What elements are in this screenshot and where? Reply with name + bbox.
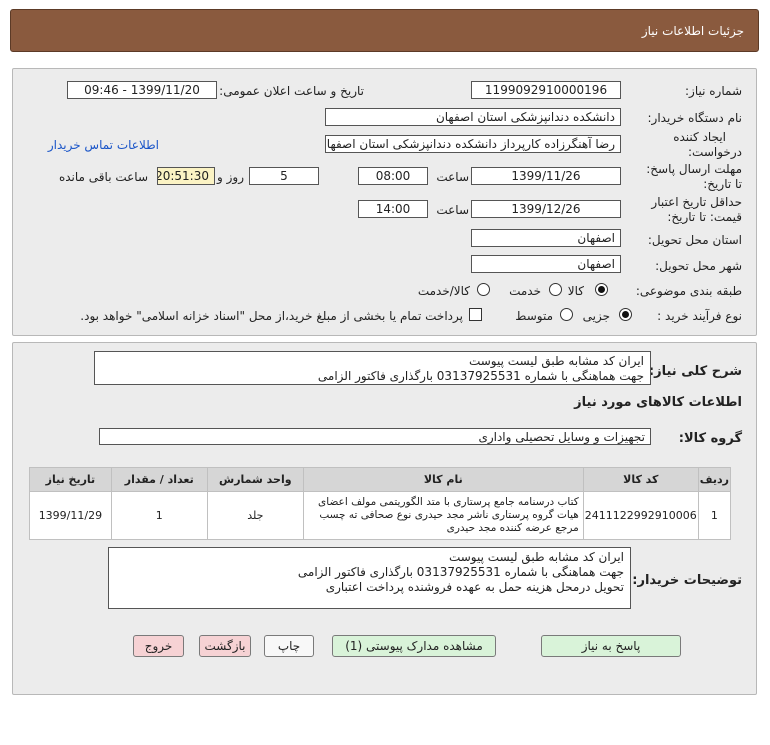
reply-time-label: ساعت xyxy=(436,170,469,184)
need-number-field: 1199092910000196 xyxy=(471,81,621,99)
process-partial-radio[interactable] xyxy=(619,308,632,321)
days-field: 5 xyxy=(249,167,319,185)
col-name: نام کالا xyxy=(302,467,584,492)
goods-info-title: اطلاعات کالاهای مورد نیاز xyxy=(574,395,742,410)
validity-time-field: 14:00 xyxy=(358,200,428,218)
exit-button[interactable]: خروج xyxy=(133,635,184,657)
attachments-button[interactable]: مشاهده مدارک پیوستی (1) xyxy=(332,635,496,657)
cell-unit: جلد xyxy=(206,491,304,540)
category-both-label: کالا/خدمت xyxy=(417,284,470,298)
cell-name: کتاب درسنامه جامع پرستاری با متد الگوریت… xyxy=(302,491,584,540)
need-number-label: شماره نیاز: xyxy=(685,84,742,98)
goods-table-header: ردیف کد کالا نام کالا واحد شمارش تعداد /… xyxy=(29,467,732,492)
need-details-panel: شماره نیاز: 1199092910000196 تاریخ و ساع… xyxy=(12,68,757,336)
creator-label-line1: ایجاد کننده xyxy=(673,130,726,144)
need-summary-field: ایران کد مشابه طبق لیست پیوست جهت هماهنگ… xyxy=(94,351,651,385)
print-button[interactable]: چاپ xyxy=(264,635,314,657)
buyer-notes-line1: ایران کد مشابه طبق لیست پیوست xyxy=(448,550,624,564)
category-service-radio[interactable] xyxy=(549,283,562,296)
city-label: شهر محل تحویل: xyxy=(655,259,742,273)
reply-date-field: 1399/11/26 xyxy=(471,167,621,185)
cell-code: 2411122992910006 xyxy=(582,491,699,540)
goods-group-field: تجهیزات و وسایل تحصیلی واداری xyxy=(99,428,651,445)
cell-date: 1399/11/29 xyxy=(29,491,112,540)
process-label: نوع فرآیند خرید : xyxy=(657,309,742,323)
cell-qty: 1 xyxy=(110,491,208,540)
col-code: کد کالا xyxy=(582,467,699,492)
col-date: تاریخ نیاز xyxy=(29,467,112,492)
goods-table: ردیف کد کالا نام کالا واحد شمارش تعداد /… xyxy=(29,467,732,540)
col-row: ردیف xyxy=(697,467,732,492)
category-both-radio[interactable] xyxy=(477,283,490,296)
process-medium-label: متوسط xyxy=(515,309,553,323)
validity-label-line1: حداقل تاریخ اعتبار xyxy=(651,195,742,209)
validity-label-line2: قیمت: تا تاریخ: xyxy=(667,210,742,224)
buyer-org-field: دانشکده دندانپزشکی استان اصفهان xyxy=(325,108,621,126)
buyer-notes-line2: جهت هماهنگی با شماره 03137925531 بارگذار… xyxy=(297,565,624,579)
page-header: جزئیات اطلاعات نیاز xyxy=(10,9,759,52)
need-summary-label: شرح کلی نیاز: xyxy=(648,364,742,379)
city-field: اصفهان xyxy=(471,255,621,273)
validity-date-field: 1399/12/26 xyxy=(471,200,621,218)
page-title: جزئیات اطلاعات نیاز xyxy=(641,24,744,38)
announce-datetime-field: 1399/11/20 - 09:46 xyxy=(67,81,217,99)
remaining-time-label: ساعت باقی مانده xyxy=(58,170,148,184)
creator-field: رضا آهنگرزاده کارپرداز دانشکده دندانپزشک… xyxy=(325,135,621,153)
process-medium-radio[interactable] xyxy=(560,308,573,321)
buyer-org-label: نام دستگاه خریدار: xyxy=(647,111,743,125)
treasury-payment-checkbox[interactable] xyxy=(469,308,482,321)
announce-label: تاریخ و ساعت اعلان عمومی: xyxy=(219,84,364,98)
buyer-notes-line3: تحویل درمحل هزینه حمل به عهده فروشنده پر… xyxy=(325,580,624,594)
category-service-label: خدمت xyxy=(509,284,541,298)
need-summary-line2: جهت هماهنگی با شماره 03137925531 بارگذار… xyxy=(317,369,644,383)
province-field: اصفهان xyxy=(471,229,621,247)
category-goods-label: کالا xyxy=(567,284,584,298)
back-button[interactable]: بازگشت xyxy=(199,635,251,657)
cell-row: 1 xyxy=(697,491,732,540)
reply-deadline-label-line1: مهلت ارسال پاسخ: xyxy=(646,162,742,176)
buyer-notes-label: توضیحات خریدار: xyxy=(632,573,742,588)
province-label: استان محل تحویل: xyxy=(647,233,742,247)
creator-label-line2: درخواست: xyxy=(688,145,742,159)
validity-time-label: ساعت xyxy=(436,203,469,217)
reply-button[interactable]: پاسخ به نیاز xyxy=(541,635,681,657)
reply-deadline-label-line2: تا تاریخ: xyxy=(703,177,742,191)
treasury-payment-note: پرداخت تمام یا بخشی از مبلغ خرید،از محل … xyxy=(80,309,463,323)
days-label: روز و xyxy=(217,170,244,184)
buyer-contact-link[interactable]: اطلاعات تماس خریدار xyxy=(48,138,159,152)
category-label: طبقه بندی موضوعی: xyxy=(635,284,742,298)
buyer-notes-field: ایران کد مشابه طبق لیست پیوست جهت هماهنگ… xyxy=(108,547,631,609)
category-goods-radio[interactable] xyxy=(595,283,608,296)
col-unit: واحد شمارش xyxy=(206,467,304,492)
need-summary-line1: ایران کد مشابه طبق لیست پیوست xyxy=(468,354,644,368)
process-partial-label: جزیی xyxy=(582,309,610,323)
table-row: 1 2411122992910006 کتاب درسنامه جامع پرس… xyxy=(29,491,732,540)
remaining-time-field: 20:51:30 xyxy=(157,167,215,185)
goods-group-label: گروه کالا: xyxy=(678,431,742,446)
col-qty: تعداد / مقدار xyxy=(110,467,208,492)
reply-time-field: 08:00 xyxy=(358,167,428,185)
